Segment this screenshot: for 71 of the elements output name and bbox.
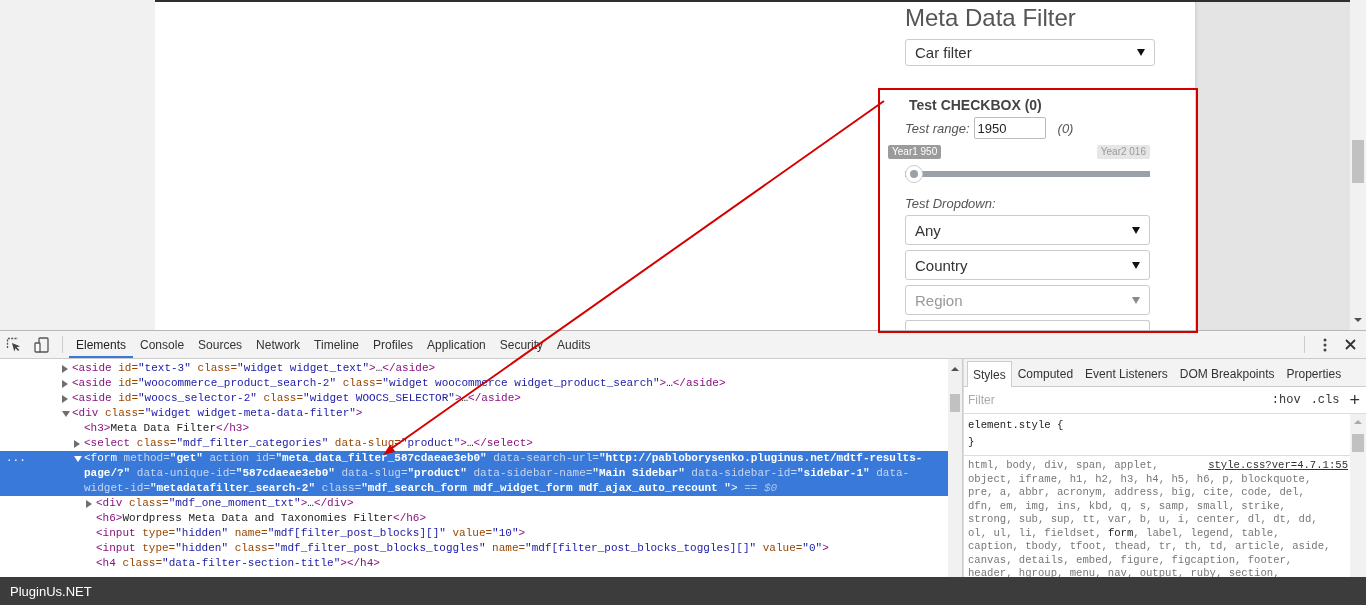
panel-tab[interactable]: Network [249, 331, 308, 358]
slider-min-label: Year1 950 [888, 145, 942, 159]
selector-line: caption, tbody, tfoot, thead, tr, th, td, article, aside, [968, 540, 1331, 554]
styles-tab[interactable]: Computed [1011, 361, 1080, 386]
style-rule-line: element.style { [968, 418, 1064, 433]
panel-tab[interactable]: Elements [69, 331, 134, 358]
dom-node-line: <input type="hidden" class="mdf_filter_post_blocks_toggles" name="mdf[filter_post_blocks_toggles][]" value="0"> [96, 541, 830, 556]
section-title: Test CHECKBOX (0) [909, 96, 1043, 114]
panel-tab[interactable]: Timeline [307, 331, 366, 358]
filter-option-button[interactable]: + [1349, 392, 1360, 408]
dom-node-line: <div class="mdf_one_moment_txt">…</div> [96, 496, 355, 511]
panel-tab[interactable]: Profiles [366, 331, 421, 358]
brand-name: PluginUs.NET [10, 583, 92, 599]
scrollbar[interactable] [1350, 0, 1366, 330]
dom-row[interactable]: <input type="hidden" name="mdf[filter_post_blocks][]" value="10"> [0, 526, 948, 541]
dom-row[interactable]: <aside id="woocs_selector-2" class="widget WOOCS_SELECTOR">…</aside> [0, 391, 948, 406]
dom-node-line: <aside id="woocs_selector-2" class="widget WOOCS_SELECTOR">…</aside> [72, 391, 522, 406]
stylesheet-link[interactable]: style.css?ver=4.7.1:55 [1208, 459, 1348, 473]
filter-option-button[interactable]: .cls [1310, 393, 1340, 407]
range-input[interactable]: 1950 [973, 117, 1046, 139]
caret-icon [1137, 49, 1145, 56]
dom-row[interactable]: <h4 class="data-filter-section-title"></h4> [0, 556, 948, 571]
more-dots[interactable]: ... [6, 451, 26, 466]
range-label: Test range: [905, 120, 970, 136]
selector-line: html, body, div, span, applet, [968, 459, 1159, 473]
dom-node-line: <input type="hidden" name="mdf[filter_post_blocks][]" value="10"> [96, 526, 527, 541]
dom-node-line: <h4 class="data-filter-section-title"></h4> [96, 556, 381, 571]
dom-row[interactable]: <h6>Wordpress Meta Data and Taxonomies Filter</h6> [0, 511, 948, 526]
dom-node-line: <aside id="text-3" class="widget widget_text">…</aside> [72, 361, 437, 376]
category-dropdown[interactable]: Car filter [905, 39, 1155, 66]
panel-tab[interactable]: Audits [550, 331, 598, 358]
caret-icon [1132, 296, 1140, 304]
dropdown[interactable]: Any [905, 215, 1150, 245]
styles-tab[interactable]: Styles [967, 361, 1012, 387]
dom-row[interactable]: <input type="hidden" class="mdf_filter_post_blocks_toggles" name="mdf[filter_post_blocks_toggles][]" value="0"> [0, 541, 948, 556]
style-rule-line: } [968, 435, 975, 450]
filter-field[interactable]: Filter [968, 393, 1262, 407]
dom-row[interactable]: <div class="widget widget-meta-data-filter"> [0, 406, 948, 421]
selector-line: ol, ul, li, fieldset, form, label, legend, table, [968, 526, 1280, 540]
selector-line: pre, a, abbr, acronym, address, big, cite, code, del, [968, 486, 1305, 500]
selector-line: dfn, em, img, ins, kbd, q, s, samp, small, strike, [968, 499, 1286, 513]
caret-icon [1132, 226, 1140, 234]
slider-max-label: Year2 016 [1096, 145, 1150, 159]
dom-row[interactable]: <div class="mdf_one_moment_txt">…</div> [0, 496, 948, 511]
scrollbar[interactable] [948, 359, 963, 577]
dom-node-line: <form method="get" action id="meta_data_filter_587cdaeae3eb0" data-search-url="http://pabloborysenko.pluginus.net/mdtf-results-page/?" data-unique-id="587cdaeae3eb0" data-slug="product" data-sidebar-name="Main Sidebar" data-sidebar-id="sidebar-1" data-widget-id="metadatafilter_search-2" class="mdf_search_form mdf_widget_form mdf_ajax_auto_recount "> == $0 [84, 451, 924, 496]
dom-node-line: <div class="widget widget-meta-data-filter"> [72, 406, 364, 421]
expanded-triangle-icon[interactable] [62, 411, 70, 417]
styles-tab[interactable]: DOM Breakpoints [1173, 361, 1281, 386]
selector-line: strong, sub, sup, tt, var, b, u, i, center, dl, dt, dd, [968, 513, 1318, 527]
dropdown[interactable]: Country [905, 250, 1150, 280]
styles-tab[interactable]: Event Listeners [1079, 361, 1174, 386]
caret-icon [1132, 261, 1140, 269]
panel-tab[interactable]: Sources [191, 331, 250, 358]
collapsed-triangle-icon[interactable] [86, 500, 92, 508]
dom-row[interactable]: <h3>Meta Data Filter</h3> [0, 421, 948, 436]
panel-tab[interactable]: Application [420, 331, 493, 358]
slider-thumb[interactable] [905, 165, 923, 183]
widget-title: Meta Data Filter [905, 5, 1076, 31]
dropdown-label: Test Dropdown: [905, 196, 997, 211]
dom-node-line: <h6>Wordpress Meta Data and Taxonomies Filter</h6> [96, 511, 428, 526]
dom-node-line: <select class="mdf_filter_categories" data-slug="product">…</select> [84, 436, 534, 451]
selector-line: canvas, details, embed, figure, figcaption, footer, [968, 553, 1293, 567]
dom-row[interactable]: <aside id="text-3" class="widget widget_text">…</aside> [0, 361, 948, 376]
range-count: (0) [1057, 120, 1074, 136]
panel-tab[interactable]: Console [133, 331, 192, 358]
filter-option-button[interactable]: :hov [1271, 393, 1301, 407]
styles-tab[interactable]: Properties [1280, 361, 1348, 386]
selector-line: object, iframe, h1, h2, h3, h4, h5, h6, p, blockquote, [968, 472, 1312, 486]
dom-node-line: <h3>Meta Data Filter</h3> [84, 421, 251, 436]
scrollbar[interactable] [1350, 414, 1366, 577]
